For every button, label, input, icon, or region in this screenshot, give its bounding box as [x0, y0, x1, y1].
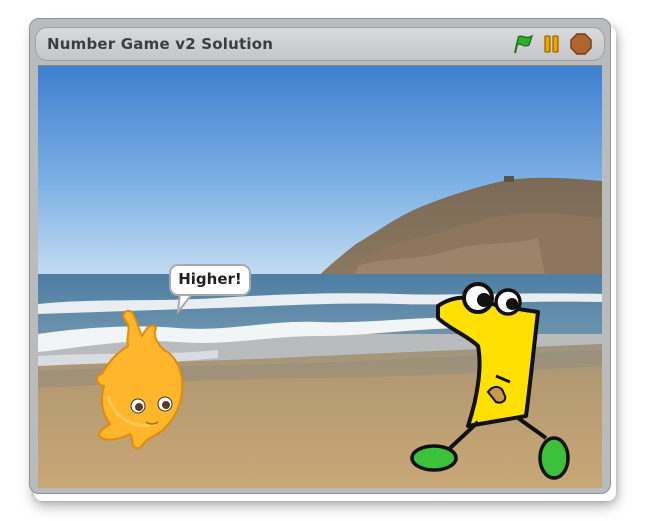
stop-button[interactable]: [569, 32, 593, 56]
stage-canvas[interactable]: Higher!: [38, 65, 602, 488]
speech-bubble: Higher!: [169, 264, 251, 296]
green-flag-button[interactable]: [511, 32, 535, 56]
stage-window: Number Game v2 Solution Higher!: [29, 18, 611, 494]
project-title: Number Game v2 Solution: [47, 35, 274, 53]
pause-icon: [544, 35, 559, 53]
beach-backdrop: [38, 66, 602, 488]
stop-icon: [570, 33, 592, 55]
pause-button[interactable]: [540, 32, 564, 56]
green-flag-icon: [514, 34, 534, 54]
title-bar: Number Game v2 Solution: [35, 27, 605, 61]
